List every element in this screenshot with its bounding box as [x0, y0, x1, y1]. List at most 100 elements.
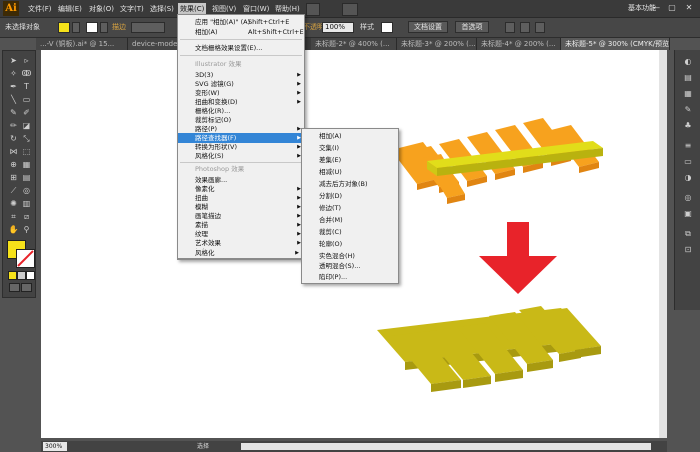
submenu-item-trap[interactable]: 陷印(P)...	[302, 272, 398, 282]
submenu-item-subtract[interactable]: 相减(U)	[302, 167, 398, 177]
pen-tool-icon[interactable]: ✒	[8, 81, 19, 92]
artboards-panel-icon[interactable]: ⊡	[681, 244, 695, 256]
submenu-item-add[interactable]: 相加(A)	[302, 131, 398, 141]
zoom-tool-icon[interactable]: ⚲	[21, 224, 32, 235]
stroke-label[interactable]: 描边	[112, 22, 126, 33]
opacity-field[interactable]: 100%	[322, 22, 354, 33]
shape-builder-tool-icon[interactable]: ⊕	[8, 159, 19, 170]
menu-file[interactable]: 文件(F)	[26, 3, 54, 15]
tab-document-1[interactable]: ...-V (铜板).ai* @ 15...	[36, 38, 128, 50]
brushes-panel-icon[interactable]: ✎	[681, 104, 695, 116]
minimize-icon[interactable]: —	[650, 2, 662, 14]
transform-icon[interactable]	[520, 22, 530, 33]
blend-tool-icon[interactable]: ◎	[21, 185, 32, 196]
tab-document-4[interactable]: 未标题-3* @ 200% (...	[397, 38, 477, 50]
stroke-color-swatch[interactable]	[86, 22, 98, 33]
menu-type[interactable]: 文字(T)	[118, 3, 146, 15]
menu-item-apply-last-effect[interactable]: 应用 "相加(A)" (A) Shift+Ctrl+E	[178, 17, 304, 27]
rotate-tool-icon[interactable]: ↻	[8, 133, 19, 144]
rectangle-tool-icon[interactable]: ▭	[21, 94, 32, 105]
close-icon[interactable]: ✕	[683, 2, 695, 14]
transparency-panel-icon[interactable]: ◑	[681, 172, 695, 184]
menu-item-label: 素描	[195, 221, 208, 229]
width-tool-icon[interactable]: ⋈	[8, 146, 19, 157]
menu-object[interactable]: 对象(O)	[87, 3, 116, 15]
menu-select[interactable]: 选择(S)	[148, 3, 176, 15]
symbol-sprayer-tool-icon[interactable]: ✺	[8, 198, 19, 209]
graphic-styles-icon[interactable]: ▣	[681, 208, 695, 220]
eyedropper-tool-icon[interactable]: ⟋	[8, 185, 19, 196]
pathfinder-submenu: 相加(A) 交集(I) 差集(E) 相减(U) 减去后方对象(B) 分割(D) …	[301, 128, 399, 284]
submenu-item-merge[interactable]: 合并(M)	[302, 215, 398, 225]
blob-brush-tool-icon[interactable]: ✏	[8, 120, 19, 131]
submenu-item-intersect[interactable]: 交集(I)	[302, 143, 398, 153]
free-transform-tool-icon[interactable]: ⬚	[21, 146, 32, 157]
paintbrush-tool-icon[interactable]: ✎	[8, 107, 19, 118]
selection-tool-icon[interactable]: ➤	[8, 55, 19, 66]
direct-selection-tool-icon[interactable]: ▹	[21, 55, 32, 66]
maximize-icon[interactable]: ▢	[666, 2, 678, 14]
graphic-style-swatch[interactable]	[381, 22, 393, 33]
mesh-tool-icon[interactable]: ⊞	[8, 172, 19, 183]
menu-item-document-raster-settings[interactable]: 文档栅格效果设置(E)...	[178, 43, 304, 53]
menu-item-stylize[interactable]: 风格化(S) ▶	[178, 151, 304, 161]
swatches-panel-icon[interactable]: ▦	[681, 88, 695, 100]
line-tool-icon[interactable]: ╲	[8, 94, 19, 105]
artboard-tool-icon[interactable]: ⌗	[8, 211, 19, 222]
menu-edit[interactable]: 编辑(E)	[56, 3, 84, 15]
layers-panel-icon[interactable]: ⧉	[681, 228, 695, 240]
fill-color-swatch[interactable]	[58, 22, 70, 33]
pencil-tool-icon[interactable]: ✐	[21, 107, 32, 118]
vertical-scrollbar[interactable]	[659, 50, 667, 438]
submenu-item-hard-mix[interactable]: 实色混合(H)	[302, 251, 398, 261]
horizontal-scrollbar[interactable]	[241, 443, 651, 450]
symbols-panel-icon[interactable]: ♣	[681, 120, 695, 132]
fill-dropdown[interactable]	[72, 22, 80, 33]
tab-document-3[interactable]: 未标题-2* @ 400% (...	[311, 38, 397, 50]
none-mode-icon[interactable]	[26, 271, 35, 280]
eraser-tool-icon[interactable]: ◪	[21, 120, 32, 131]
menu-item-last-effect[interactable]: 相加(A) Alt+Shift+Ctrl+E	[178, 27, 304, 37]
control-bar: 未选择对象 描边 不透明度 100% 样式 文档设置 首选项	[0, 18, 700, 38]
menu-item-label: 像素化	[195, 185, 215, 193]
stroke-dropdown[interactable]	[100, 22, 108, 33]
color-panel-icon[interactable]: ◐	[681, 56, 695, 68]
hand-tool-icon[interactable]: ✋	[8, 224, 19, 235]
submenu-item-outline[interactable]: 轮廓(O)	[302, 239, 398, 249]
perspective-grid-tool-icon[interactable]: ▦	[21, 159, 32, 170]
stroke-panel-icon[interactable]: ≡	[681, 140, 695, 152]
zoom-field[interactable]: 300%	[43, 442, 67, 451]
align-icon[interactable]	[505, 22, 515, 33]
screen-mode-icon[interactable]	[21, 283, 32, 292]
submenu-item-minus-back[interactable]: 减去后方对象(B)	[302, 179, 398, 189]
gradient-panel-icon[interactable]: ▭	[681, 156, 695, 168]
gradient-mode-icon[interactable]	[17, 271, 26, 280]
submenu-item-exclude[interactable]: 差集(E)	[302, 155, 398, 165]
arrange-icon[interactable]	[535, 22, 545, 33]
color-guide-icon[interactable]: ▤	[681, 72, 695, 84]
stroke-weight-field[interactable]	[131, 22, 165, 33]
submenu-item-trim[interactable]: 修边(T)	[302, 203, 398, 213]
menu-item-stylize-photoshop[interactable]: 风格化 ▶	[177, 249, 303, 259]
type-tool-icon[interactable]: T	[21, 81, 32, 92]
bridge-icon[interactable]	[306, 3, 320, 16]
magic-wand-tool-icon[interactable]: ✧	[8, 68, 19, 79]
submenu-item-crop[interactable]: 裁剪(C)	[302, 227, 398, 237]
slice-tool-icon[interactable]: ⧄	[21, 211, 32, 222]
submenu-item-soft-mix[interactable]: 透明混合(S)...	[302, 261, 398, 271]
tab-document-6[interactable]: 未标题-5* @ 300% (CMYK/预览)	[561, 38, 670, 50]
menu-item-label: 艺术效果	[195, 239, 221, 247]
lasso-tool-icon[interactable]: ↂ	[21, 68, 32, 79]
appearance-panel-icon[interactable]: ◎	[681, 192, 695, 204]
scale-tool-icon[interactable]: ⤡	[21, 133, 32, 144]
gradient-tool-icon[interactable]: ▤	[21, 172, 32, 183]
document-setup-button[interactable]: 文档设置	[408, 21, 448, 33]
graph-tool-icon[interactable]: ▥	[21, 198, 32, 209]
tab-document-5[interactable]: 未标题-4* @ 200% (...	[477, 38, 561, 50]
stroke-color-icon[interactable]	[16, 249, 35, 268]
preferences-button[interactable]: 首选项	[455, 21, 489, 33]
submenu-item-divide[interactable]: 分割(D)	[302, 191, 398, 201]
draw-mode-icon[interactable]	[9, 283, 20, 292]
color-mode-icon[interactable]	[8, 271, 17, 280]
arrange-documents-icon[interactable]	[342, 3, 358, 16]
